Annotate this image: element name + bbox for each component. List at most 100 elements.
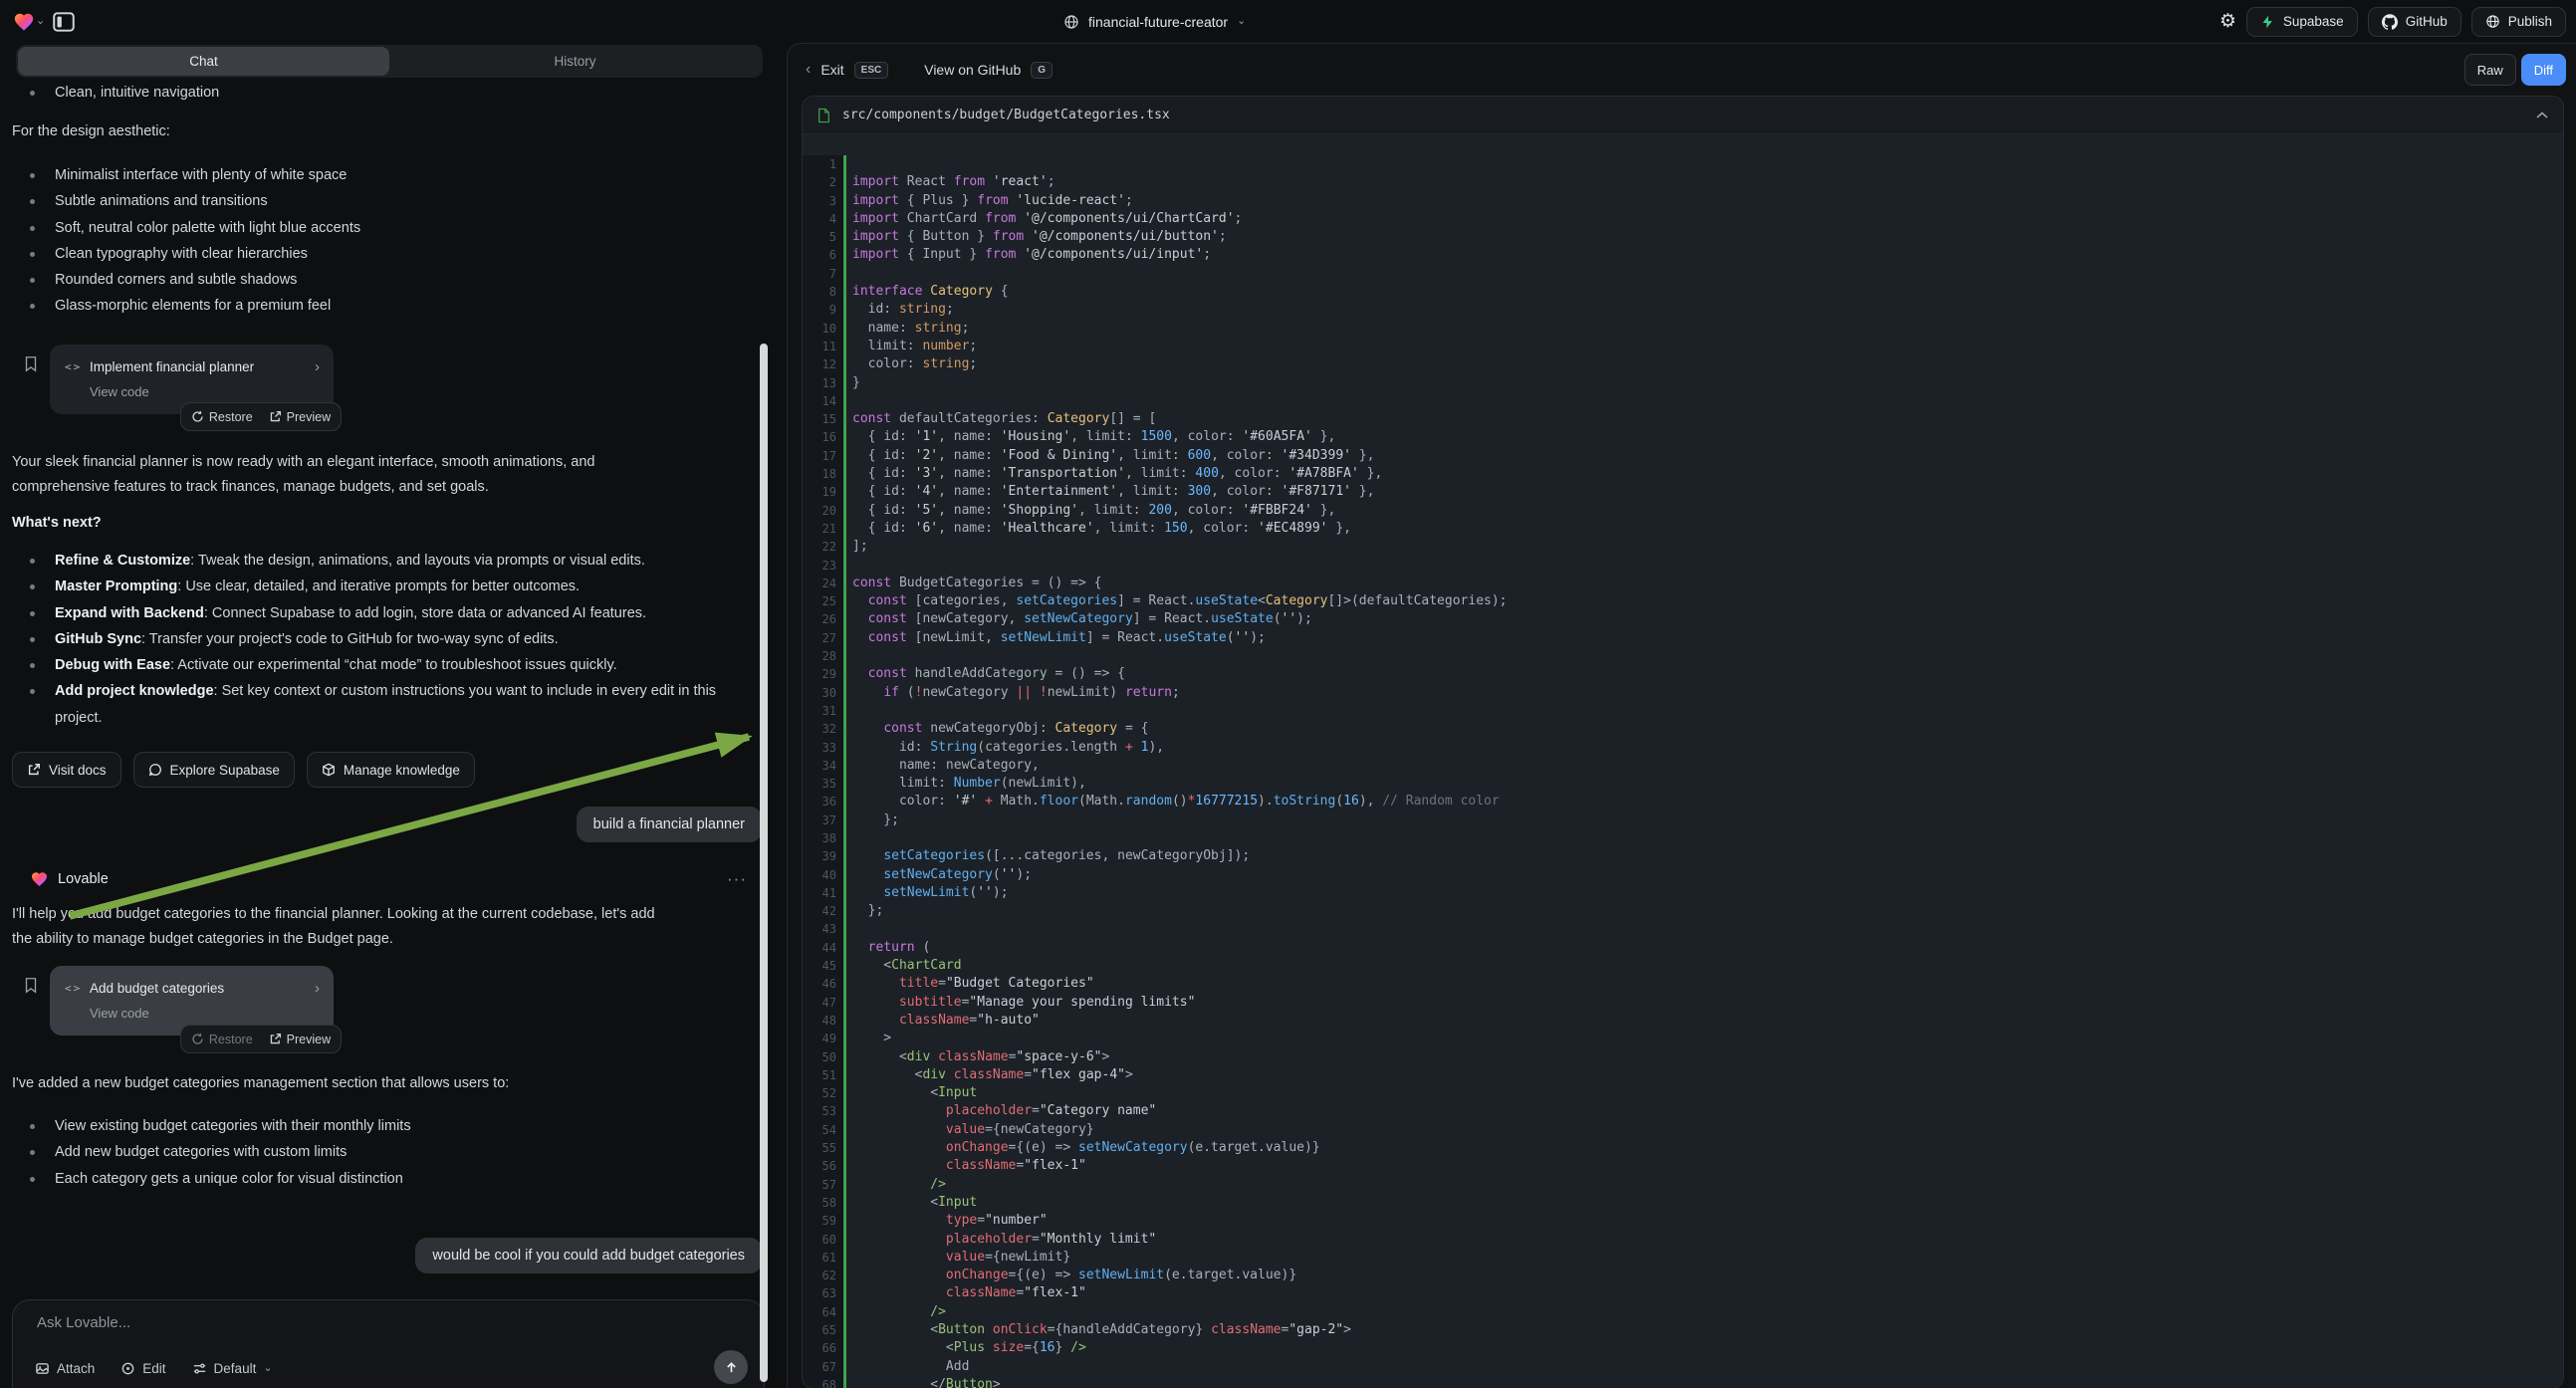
line-number-gutter: 2	[803, 173, 843, 191]
list-item-text: Soft, neutral color palette with light b…	[55, 215, 360, 241]
text-line: Your sleek financial planner is now read…	[12, 450, 754, 475]
code-line: 18 { id: '3', name: 'Transportation', li…	[803, 465, 2563, 483]
external-link-icon	[27, 763, 41, 777]
restore-button[interactable]: Restore	[191, 410, 253, 424]
line-number-gutter: 44	[803, 939, 843, 957]
gear-icon: ⚙	[2220, 10, 2236, 33]
supabase-button[interactable]: Supabase	[2246, 7, 2358, 37]
code-view-header: ‹ Exit ESC View on GitHub G Raw Diff	[788, 44, 2576, 96]
line-number-gutter: 40	[803, 866, 843, 884]
line-number-gutter: 16	[803, 428, 843, 446]
chevron-right-icon: ›	[315, 980, 320, 997]
line-number: 44	[822, 939, 836, 957]
line-number: 60	[822, 1231, 836, 1249]
line-number-gutter: 67	[803, 1358, 843, 1376]
project-selector[interactable]: financial-future-creator ⌄	[1063, 14, 1246, 30]
visit-docs-button[interactable]: Visit docs	[12, 752, 121, 788]
whats-next-heading: What's next?	[12, 511, 754, 536]
list-item: Rounded corners and subtle shadows	[28, 267, 747, 293]
tab-chat[interactable]: Chat	[18, 47, 389, 76]
lovable-logo-menu[interactable]: ⌄	[12, 11, 45, 33]
edit-button[interactable]: Edit	[120, 1361, 165, 1376]
list-item: Minimalist interface with plenty of whit…	[28, 162, 747, 188]
attach-button[interactable]: Attach	[35, 1361, 95, 1376]
settings-button[interactable]: ⚙	[2220, 10, 2236, 33]
github-button[interactable]: GitHub	[2368, 7, 2461, 37]
fold-chevron-icon[interactable]: ⌄	[842, 411, 847, 429]
code-line: 43	[803, 920, 2563, 938]
line-number: 50	[822, 1048, 836, 1066]
code-text: name: string;	[846, 320, 2563, 338]
view-code-link[interactable]: View code	[90, 384, 149, 399]
added-heading: I've added a new budget categories manag…	[12, 1071, 754, 1096]
view-on-github-button[interactable]: View on GitHub	[924, 62, 1021, 78]
code-line: 63 className="flex-1"	[803, 1284, 2563, 1302]
line-number-gutter: 57	[803, 1176, 843, 1194]
raw-tab-button[interactable]: Raw	[2464, 54, 2516, 86]
line-number-gutter: 3	[803, 192, 843, 210]
line-number: 9	[829, 301, 836, 319]
chat-input[interactable]	[37, 1314, 684, 1331]
publish-button[interactable]: Publish	[2471, 7, 2566, 37]
mode-selector[interactable]: Default ⌄	[192, 1361, 273, 1376]
line-number: 16	[822, 428, 836, 446]
preview-button[interactable]: Preview	[269, 410, 331, 424]
file-header[interactable]: src/components/budget/BudgetCategories.t…	[803, 97, 2563, 134]
code-text: { id: '2', name: 'Food & Dining', limit:…	[846, 447, 2563, 465]
line-number-gutter: 5	[803, 228, 843, 246]
code-text: import { Button } from '@/components/ui/…	[846, 228, 2563, 246]
fold-chevron-icon[interactable]: ⌄	[842, 284, 847, 302]
preview-button[interactable]: Preview	[269, 1033, 331, 1046]
code-text: </Button>	[846, 1376, 2563, 1388]
fold-chevron-icon[interactable]: ⌄	[842, 666, 847, 684]
code-line: 46 title="Budget Categories"	[803, 975, 2563, 993]
restore-button[interactable]: Restore	[191, 1033, 253, 1046]
added-file-icon	[817, 108, 830, 123]
line-number-gutter: 46	[803, 975, 843, 993]
code-line: 38	[803, 829, 2563, 847]
line-number: 59	[822, 1212, 836, 1230]
bookmark-icon[interactable]	[22, 976, 40, 995]
exit-button[interactable]: Exit	[820, 62, 843, 78]
line-number: 43	[822, 920, 836, 938]
fold-chevron-icon[interactable]: ⌄	[842, 576, 847, 593]
bullet-icon	[30, 559, 35, 564]
restore-icon	[191, 410, 204, 423]
bookmark-icon[interactable]	[22, 354, 40, 373]
code-text: placeholder="Monthly limit"	[846, 1231, 2563, 1249]
chat-scrollbar[interactable]	[760, 344, 768, 1382]
line-number-gutter: 23	[803, 557, 843, 575]
code-icon: <>	[65, 982, 90, 995]
line-number: 57	[822, 1176, 836, 1194]
chevron-right-icon: ›	[315, 358, 320, 375]
package-icon	[322, 763, 336, 777]
code-text: const [categories, setCategories] = Reac…	[846, 592, 2563, 610]
sidebar-toggle-button[interactable]	[51, 9, 77, 35]
code-line: 55 onChange={(e) => setNewCategory(e.tar…	[803, 1139, 2563, 1157]
fold-chevron-icon[interactable]: ⌄	[842, 721, 847, 739]
restore-preview-toolbar: Restore Preview	[180, 1025, 342, 1053]
manage-knowledge-button[interactable]: Manage knowledge	[307, 752, 475, 788]
attach-image-icon	[35, 1361, 50, 1376]
code-text: id: String(categories.length + 1),	[846, 739, 2563, 757]
line-number-gutter: 34	[803, 757, 843, 775]
collapse-file-button[interactable]	[2535, 111, 2549, 120]
code-line: 61 value={newLimit}	[803, 1249, 2563, 1267]
code-text: import { Input } from '@/components/ui/i…	[846, 246, 2563, 264]
code-text: import { Plus } from 'lucide-react';	[846, 192, 2563, 210]
code-line: 37 };	[803, 811, 2563, 829]
external-link-icon	[269, 410, 282, 423]
list-item-text: Each category gets a unique color for vi…	[55, 1166, 403, 1192]
tab-history[interactable]: History	[389, 47, 761, 76]
external-link-icon	[269, 1033, 282, 1045]
send-button[interactable]	[714, 1350, 748, 1384]
diff-tab-button[interactable]: Diff	[2521, 54, 2566, 86]
view-code-link[interactable]: View code	[90, 1006, 149, 1021]
code-line: 19 { id: '4', name: 'Entertainment', lim…	[803, 483, 2563, 501]
code-line: 5import { Button } from '@/components/ui…	[803, 228, 2563, 246]
line-number-gutter: 58	[803, 1194, 843, 1212]
line-number-gutter: 38	[803, 829, 843, 847]
message-menu-icon[interactable]: ···	[727, 869, 747, 889]
line-number: 52	[822, 1084, 836, 1102]
explore-supabase-button[interactable]: Explore Supabase	[133, 752, 295, 788]
